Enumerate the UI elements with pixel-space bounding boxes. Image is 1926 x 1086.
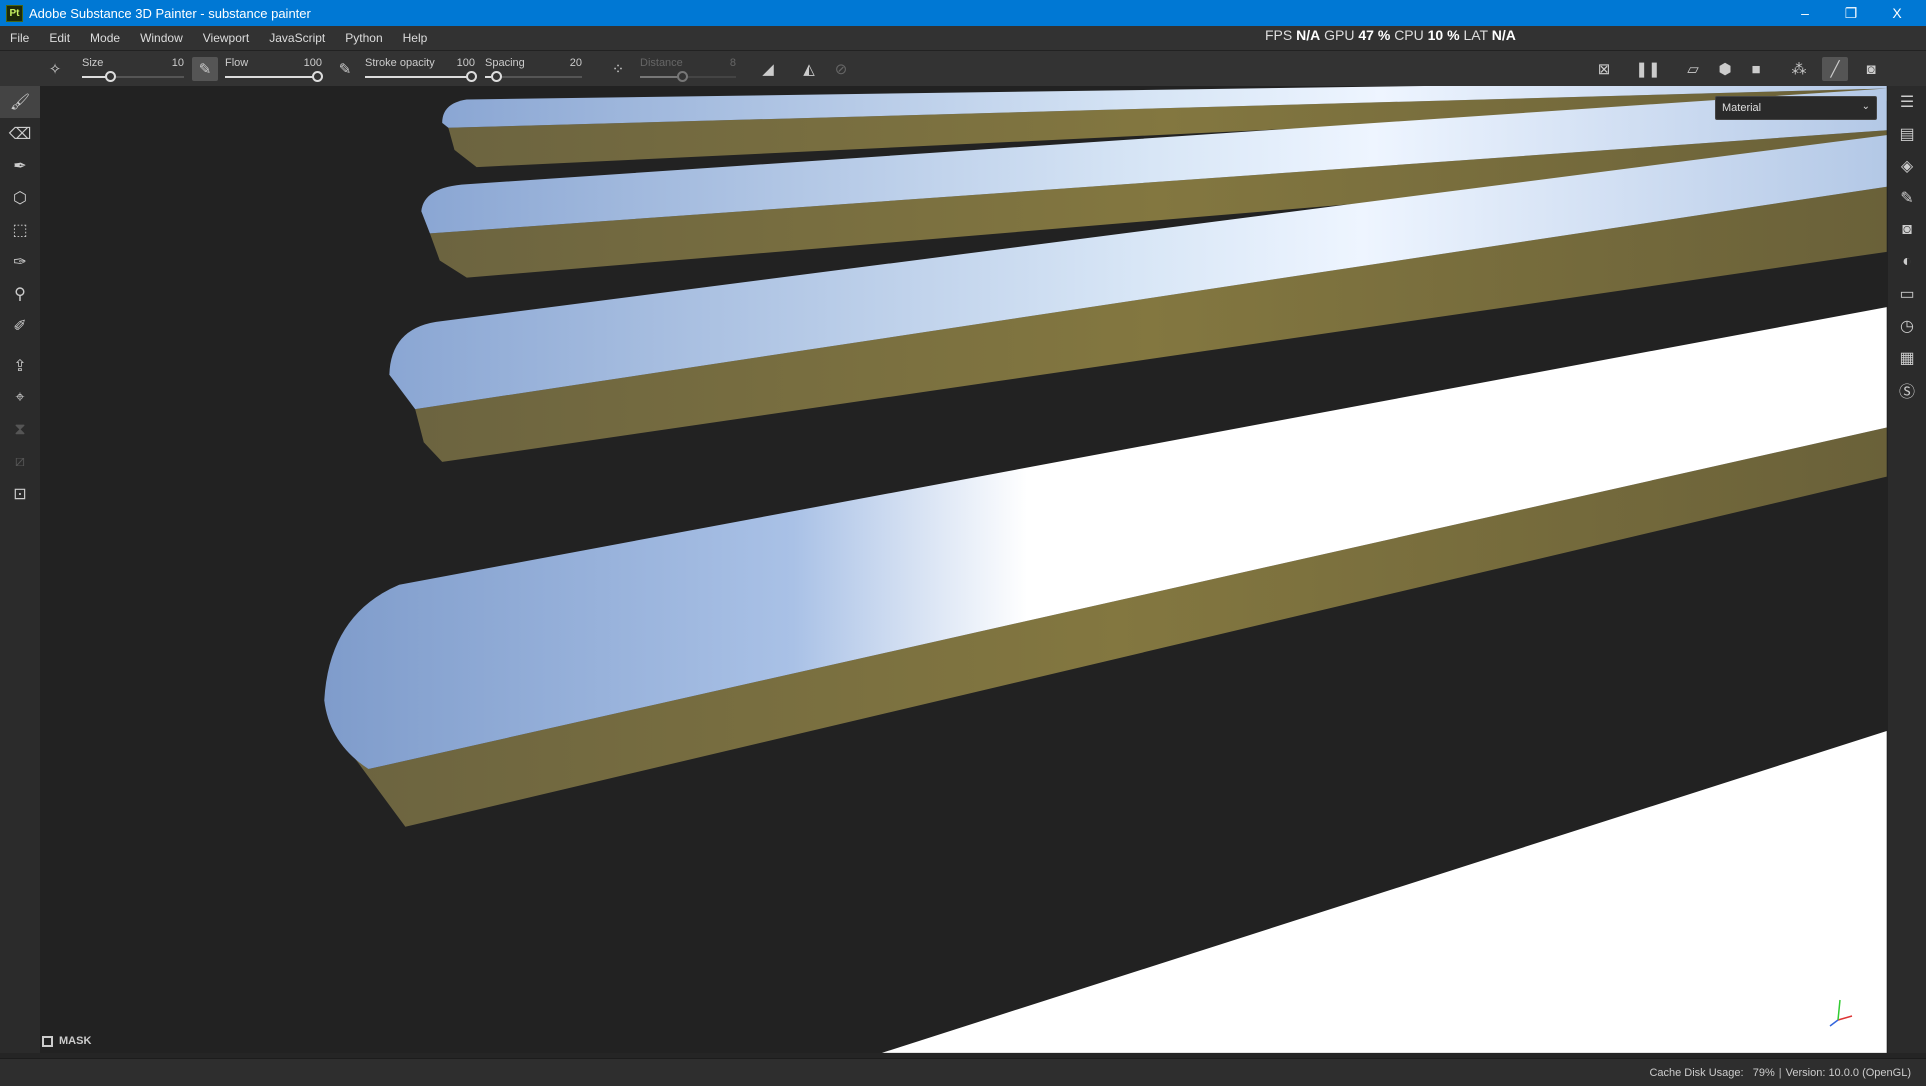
stroke-opacity-value: 100 [456,57,475,69]
distance-slider: Distance 8 [640,55,736,85]
eraser-tool-icon[interactable]: ⌫ [0,118,40,150]
flow-slider-handle[interactable] [312,71,323,82]
size-value: 10 [171,57,184,69]
bake-tool-icon[interactable]: ⇪ [0,350,40,382]
mask-label: MASK [59,1035,92,1047]
restore-button[interactable]: ❐ [1828,0,1874,26]
size-label: Size [82,57,104,69]
stroke-opacity-handle[interactable] [466,71,477,82]
lat-value: N/A [1491,27,1516,43]
title-bar: Pt Adobe Substance 3D Painter - substanc… [0,0,1926,26]
uv-tool-icon: ⧄ [14,453,26,470]
menu-file[interactable]: File [0,31,39,45]
chevron-down-icon: ⌄ [1861,101,1870,112]
mask-toggle[interactable]: MASK [42,1035,91,1047]
tools-sidebar: 🖌 ⌫ ✒ ⬡ ⬚ ✑ ⚲ ✐ ⇪ ⌖ ⧗ ⧄ ⊡ [0,86,40,1053]
projection-tool-icon[interactable]: ✒ [0,150,40,182]
paint-brush-tool-icon[interactable]: 🖌 [0,86,40,118]
gpu-value: 47 % [1358,27,1391,43]
menu-viewport[interactable]: Viewport [193,31,259,45]
spacing-value: 20 [569,57,582,69]
distance-label: Distance [640,57,683,69]
app-logo-icon: Pt [6,4,23,22]
axis-gizmo-icon [1829,999,1853,1027]
paint-mode-icon[interactable]: ╱ [1822,57,1848,81]
tool-properties-bar: ✧ Size 10 ✎ Flow 100 ✎ Stroke opacity 10… [0,50,1926,86]
performance-stats: FPS N/A GPU 47 % CPU 10 % LAT N/A [1265,27,1516,43]
log-icon[interactable]: ▦ [1888,342,1926,374]
stroke-opacity-label: Stroke opacity [365,57,435,69]
cache-disk-usage: Cache Disk Usage: 79% [1649,1066,1775,1079]
flow-slider[interactable]: Flow 100 [225,55,323,85]
screenshot-icon[interactable]: ◙ [1858,57,1884,81]
history-icon[interactable]: ◷ [1888,310,1926,342]
version-info: Version: 10.0.0 (OpenGL) [1785,1066,1911,1079]
menu-mode[interactable]: Mode [80,31,130,45]
pause-icon[interactable]: ❚❚ [1635,57,1661,81]
stroke-opacity-slider[interactable]: Stroke opacity 100 [365,55,477,85]
lat-label: LAT [1463,27,1488,43]
spacing-label: Spacing [485,57,525,69]
anchor-tool-icon: ⧗ [14,421,26,438]
texture-set-list-icon[interactable]: ☰ [1888,86,1926,118]
symmetry-settings-icon[interactable]: ⊘ [828,57,854,81]
display-mode-icon[interactable]: ⬢ [1712,57,1738,81]
texture-set-settings-icon[interactable]: ▤ [1888,118,1926,150]
fps-value: N/A [1296,27,1321,43]
flow-value: 100 [303,57,322,69]
3d-viewport[interactable]: Material ⌄ [40,86,1888,1053]
close-button[interactable]: X [1874,0,1920,26]
display-settings-icon[interactable]: ◙ [1888,214,1926,246]
lazy-mouse-icon[interactable]: ⁘ [605,57,631,81]
layers-icon[interactable]: ◈ [1888,150,1926,182]
distance-handle [677,71,688,82]
substance-source-icon[interactable]: Ⓢ [1888,374,1926,406]
panels-sidebar: ☰ ▤ ◈ ✎ ◙ ◐ ▭ ◷ ▦ Ⓢ [1888,86,1926,1053]
spacing-slider[interactable]: Spacing 20 [485,55,582,85]
mask-checkbox[interactable] [42,1035,53,1047]
flow-label: Flow [225,57,249,69]
window-title: Adobe Substance 3D Painter - substance p… [29,5,311,21]
iray-icon[interactable]: ⁂ [1786,57,1812,81]
gpu-label: GPU [1324,27,1355,43]
measure-tool-icon[interactable]: ⊡ [0,478,40,510]
size-slider-handle[interactable] [105,71,116,82]
fps-label: FPS [1265,27,1293,43]
menu-python[interactable]: Python [335,31,392,45]
symmetry-icon[interactable]: ◭ [796,57,822,81]
cpu-label: CPU [1394,27,1424,43]
clone-tool-icon[interactable]: ⚲ [0,278,40,310]
menu-bar: File Edit Mode Window Viewport JavaScrip… [0,26,1926,50]
minimize-button[interactable]: – [1782,0,1828,26]
viewport-render [324,86,1887,1053]
camera-icon[interactable]: ■ [1743,57,1769,81]
view-mode-icon[interactable]: ▱ [1680,57,1706,81]
menu-javascript[interactable]: JavaScript [259,31,335,45]
spacing-handle[interactable] [491,71,502,82]
cpu-value: 10 % [1427,27,1460,43]
beam-5 [881,730,1887,1053]
assets-icon[interactable]: ▭ [1888,278,1926,310]
distance-value: 8 [729,57,736,69]
brush-alpha-icon[interactable]: ✧ [42,57,68,81]
pressure-flow-toggle-icon[interactable]: ✎ [332,57,358,81]
angle-icon[interactable]: ◢ [755,57,781,81]
smudge-tool-icon[interactable]: ✑ [0,246,40,278]
pressure-size-toggle-icon[interactable]: ✎ [192,57,218,81]
menu-help[interactable]: Help [393,31,438,45]
size-slider[interactable]: Size 10 [82,55,184,85]
path-tool-icon[interactable]: ⌖ [0,382,40,414]
status-separator: | [1778,1066,1782,1079]
shader-settings-icon[interactable]: ◐ [1888,246,1926,278]
menu-window[interactable]: Window [130,31,193,45]
polygon-fill-tool-icon[interactable]: ⬡ [0,182,40,214]
color-picker-tool-icon[interactable]: ✐ [0,310,40,342]
menu-edit[interactable]: Edit [39,31,80,45]
geometry-mask-tool-icon[interactable]: ⬚ [0,214,40,246]
properties-icon[interactable]: ✎ [1888,182,1926,214]
channel-dropdown-value: Material [1722,102,1762,114]
hide-ui-icon[interactable]: ⊠ [1591,57,1617,81]
channel-dropdown[interactable]: Material ⌄ [1715,96,1877,120]
status-bar: Cache Disk Usage: 79% | Version: 10.0.0 … [0,1058,1926,1086]
